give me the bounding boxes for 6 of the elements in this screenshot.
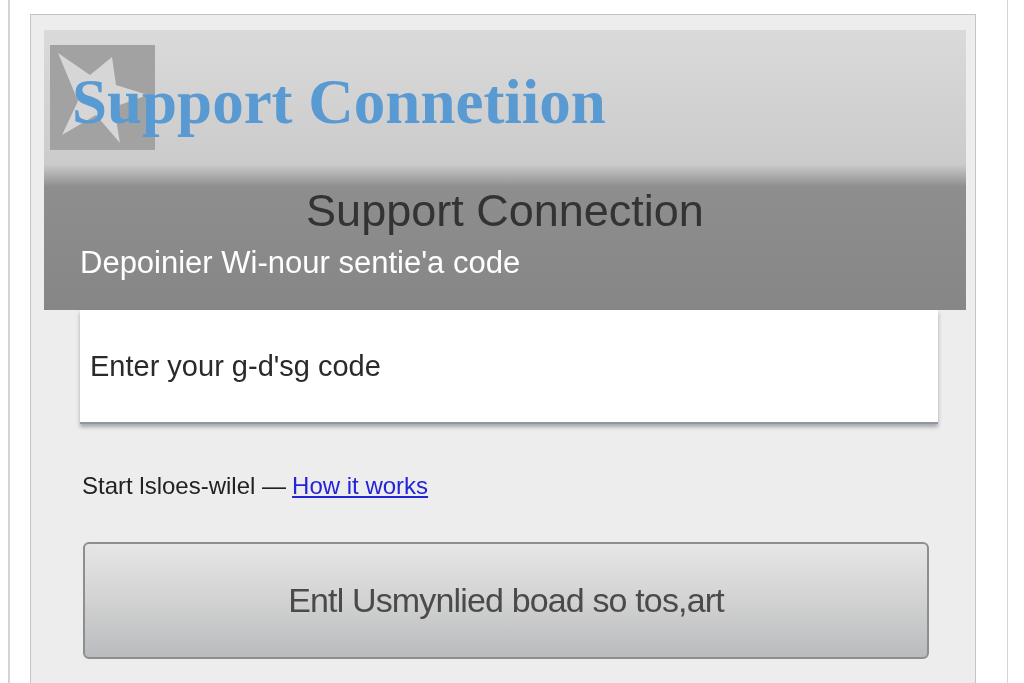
how-it-works-link[interactable]: How it works bbox=[292, 474, 429, 498]
code-input-field[interactable]: Enter your g-d'sg code bbox=[80, 310, 938, 424]
dialog-title: Support Connection bbox=[305, 188, 705, 233]
help-text: Start lsloes-wilel — bbox=[82, 474, 287, 498]
start-button[interactable]: Entl Usmynlied boad so tos,art bbox=[83, 542, 929, 659]
subtitle-text: Depoinier Wi-nour sentie'a code bbox=[80, 247, 521, 278]
